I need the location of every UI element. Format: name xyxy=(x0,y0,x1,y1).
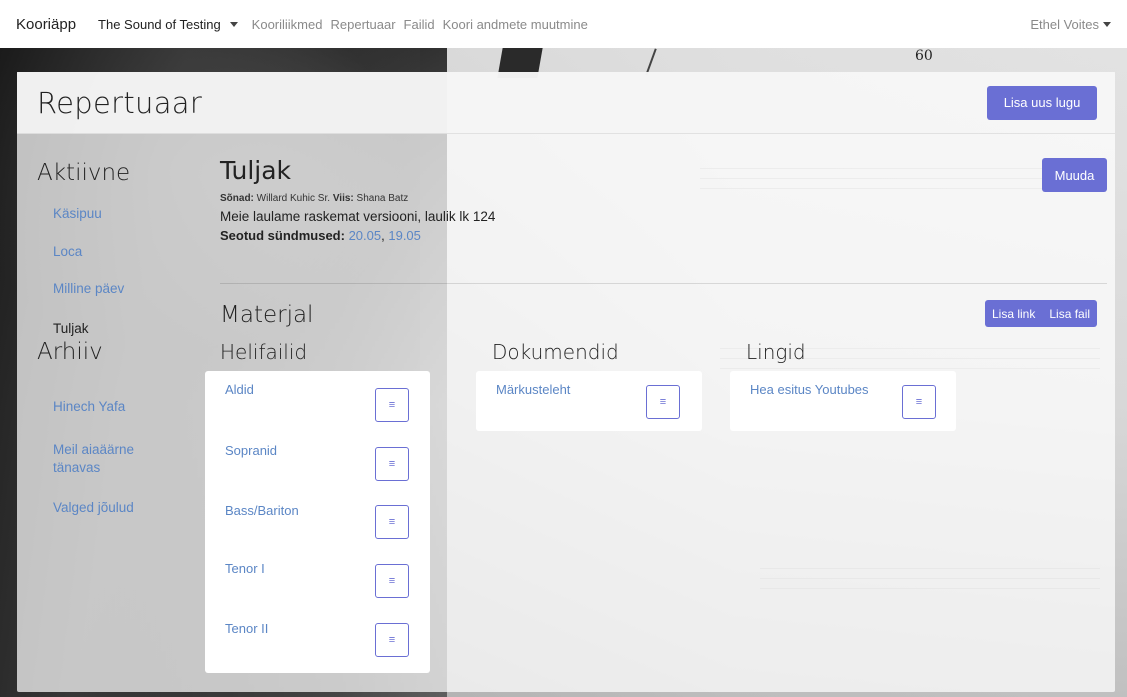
top-navbar: Kooriäpp The Sound of Testing Kooriliikm… xyxy=(0,0,1127,48)
file-menu-button[interactable]: ≡ xyxy=(375,447,409,481)
event-link-1[interactable]: 20.05 xyxy=(349,228,382,243)
menu-lines-icon: ≡ xyxy=(388,398,396,411)
material-actions: Lisa link Lisa fail xyxy=(985,300,1098,327)
caret-down-icon xyxy=(229,21,238,27)
user-dropdown[interactable]: Ethel Voites xyxy=(1030,17,1111,32)
file-menu-button[interactable]: ≡ xyxy=(375,505,409,539)
brand-link[interactable]: Kooriäpp xyxy=(16,16,76,33)
list-item: Tenor I ≡ xyxy=(205,550,425,608)
menu-lines-icon: ≡ xyxy=(388,633,396,646)
list-item: Bass/Bariton ≡ xyxy=(205,492,425,550)
audio-file-tenor-1[interactable]: Tenor I xyxy=(225,561,265,576)
audio-file-tenor-2[interactable]: Tenor II xyxy=(225,621,268,636)
choir-dropdown-label: The Sound of Testing xyxy=(98,16,221,32)
song-authors: Sõnad: Willard Kuhic Sr. Viis: Shana Bat… xyxy=(220,193,1100,204)
user-name: Ethel Voites xyxy=(1030,16,1099,32)
caret-down-icon xyxy=(1103,21,1111,27)
menu-lines-icon: ≡ xyxy=(388,515,396,528)
audio-files-card: Aldid ≡ Sopranid ≡ Bass/Bariton ≡ Tenor … xyxy=(205,371,430,673)
audio-file-aldid[interactable]: Aldid xyxy=(225,382,254,397)
audio-files-heading: Helifailid xyxy=(220,340,308,364)
song-description: Meie laulame raskemat versiooni, laulik … xyxy=(220,209,496,224)
repertoire-panel: Repertuaar Lisa uus lugu Aktiivne Käsipu… xyxy=(17,72,1115,692)
music-label: Viis: xyxy=(332,193,354,204)
page-title: Repertuaar xyxy=(37,85,203,120)
nav-link-files[interactable]: Failid xyxy=(404,17,435,32)
document-markusteleht[interactable]: Märkusteleht xyxy=(496,382,570,397)
menu-lines-icon: ≡ xyxy=(388,574,396,587)
audio-file-bass-bariton[interactable]: Bass/Bariton xyxy=(225,503,299,518)
lyrics-author: Willard Kuhic Sr. xyxy=(256,193,331,204)
list-item: Tenor II ≡ xyxy=(205,610,425,668)
menu-lines-icon: ≡ xyxy=(659,395,667,408)
nav-link-repertoire[interactable]: Repertuaar xyxy=(330,17,395,32)
file-menu-button[interactable]: ≡ xyxy=(375,388,409,422)
divider xyxy=(220,283,1107,284)
material-heading: Materjal xyxy=(220,302,314,328)
music-author: Shana Batz xyxy=(356,193,409,204)
lyrics-label: Sõnad: xyxy=(220,193,254,204)
add-song-button[interactable]: Lisa uus lugu xyxy=(987,85,1097,120)
song-details: Tuljak Sõnad: Willard Kuhic Sr. Viis: Sh… xyxy=(205,156,1107,673)
sidebar-item-meil-aiaaarne[interactable]: Meil aiaäärne tänavas xyxy=(53,441,153,477)
nav-link-choir-settings[interactable]: Koori andmete muutmine xyxy=(443,17,588,32)
link-hea-esitus[interactable]: Hea esitus Youtubes xyxy=(750,382,869,397)
related-events: Seotud sündmused: 20.05, 19.05 xyxy=(220,228,421,243)
add-link-button[interactable]: Lisa link xyxy=(985,300,1043,327)
song-title: Tuljak xyxy=(220,156,292,185)
sidebar-heading-archive: Arhiiv xyxy=(37,339,103,365)
menu-lines-icon: ≡ xyxy=(388,457,396,470)
file-menu-button[interactable]: ≡ xyxy=(375,564,409,598)
documents-card: Märkusteleht ≡ xyxy=(476,371,702,431)
sidebar-item-valged-joulud[interactable]: Valged jõulud xyxy=(53,499,134,517)
links-card: Hea esitus Youtubes ≡ xyxy=(730,371,956,431)
add-file-button[interactable]: Lisa fail xyxy=(1042,300,1098,327)
file-menu-button[interactable]: ≡ xyxy=(646,385,680,419)
sidebar-item-tuljak[interactable]: Tuljak xyxy=(53,320,89,338)
sidebar-item-loca[interactable]: Loca xyxy=(53,243,82,261)
documents-heading: Dokumendid xyxy=(492,340,619,364)
nav-link-members[interactable]: Kooriliikmed xyxy=(252,17,323,32)
list-item: Aldid ≡ xyxy=(205,371,425,429)
sidebar-item-kasipuu[interactable]: Käsipuu xyxy=(53,205,102,223)
file-menu-button[interactable]: ≡ xyxy=(902,385,936,419)
menu-lines-icon: ≡ xyxy=(915,395,923,408)
list-item: Sopranid ≡ xyxy=(205,432,425,490)
audio-file-sopranid[interactable]: Sopranid xyxy=(225,443,277,458)
choir-dropdown[interactable]: The Sound of Testing xyxy=(98,17,238,32)
file-menu-button[interactable]: ≡ xyxy=(375,623,409,657)
links-heading: Lingid xyxy=(746,340,806,364)
edit-song-button[interactable]: Muuda xyxy=(1042,158,1107,192)
events-label: Seotud sündmused: xyxy=(220,228,345,243)
event-link-2[interactable]: 19.05 xyxy=(388,228,421,243)
panel-header: Repertuaar Lisa uus lugu xyxy=(17,72,1115,134)
sidebar-heading-active: Aktiivne xyxy=(37,160,131,186)
sidebar-item-milline-paev[interactable]: Milline päev xyxy=(53,280,124,298)
sidebar-item-hinech-yafa[interactable]: Hinech Yafa xyxy=(53,398,125,416)
